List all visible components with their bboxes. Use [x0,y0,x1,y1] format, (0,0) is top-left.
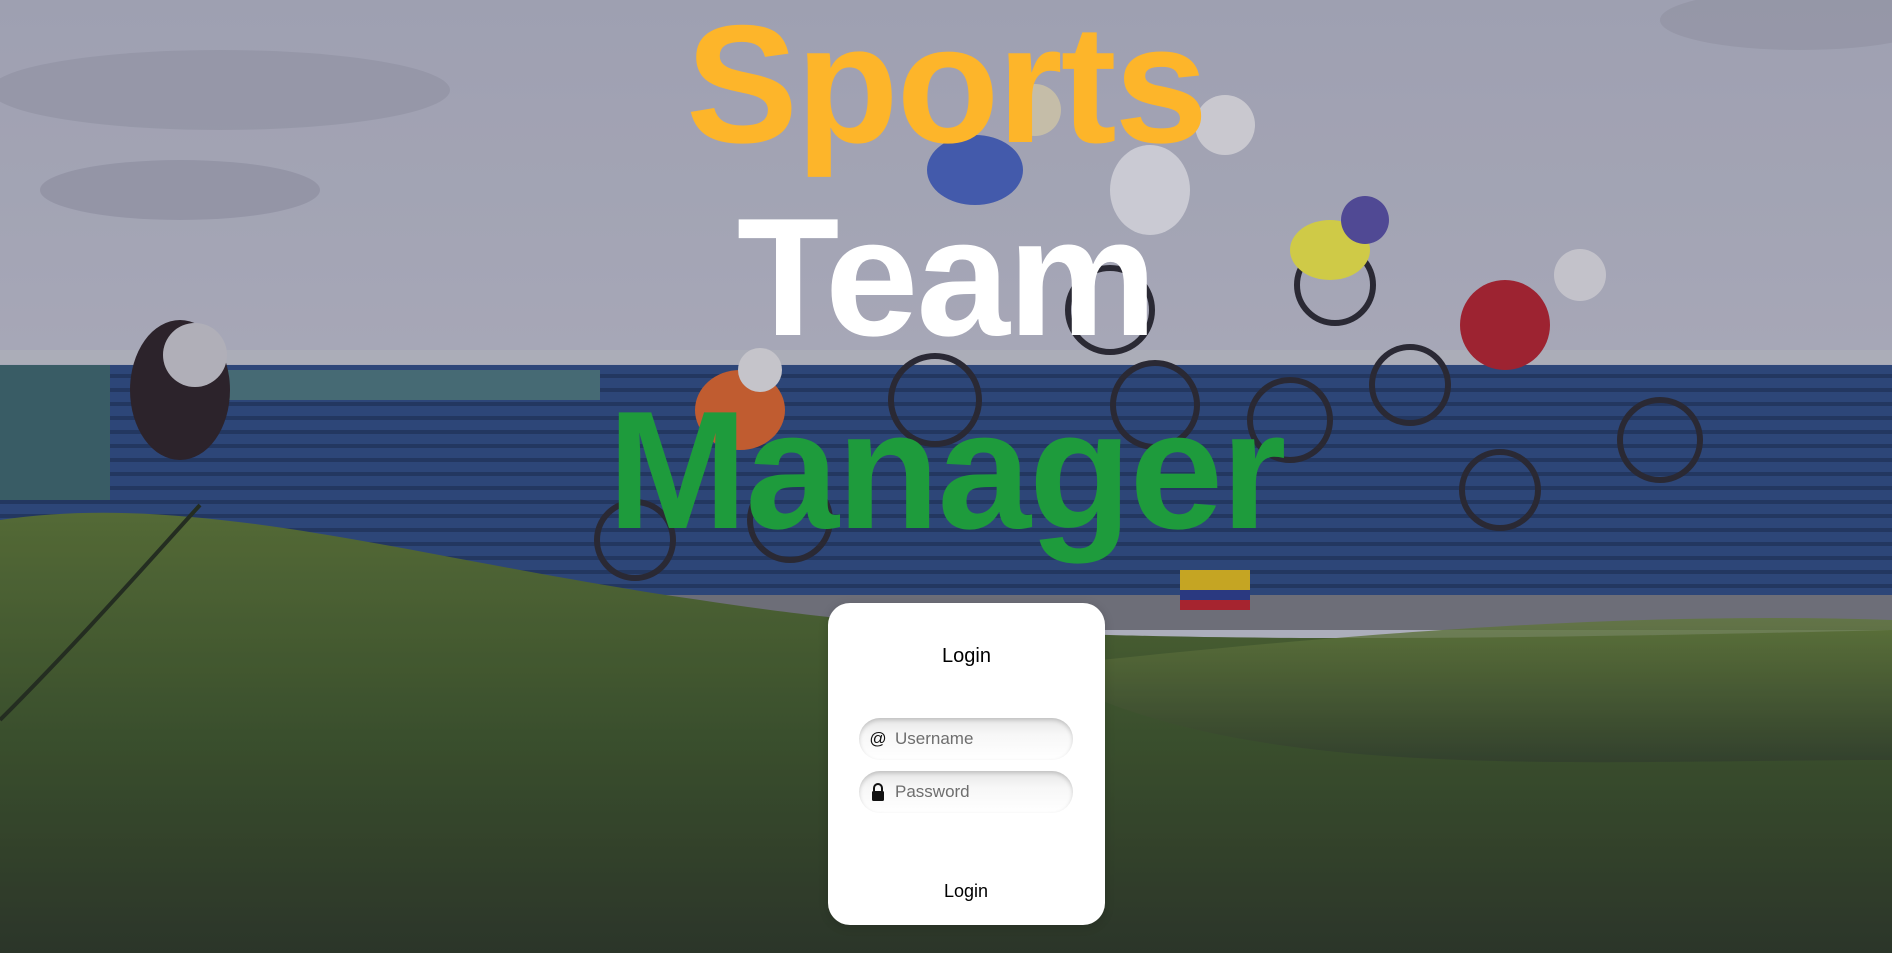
title-word-sports: Sports [685,0,1208,178]
password-field [859,771,1073,813]
title-word-manager: Manager [607,376,1287,564]
login-button[interactable]: Login [916,878,1016,904]
login-heading: Login [942,645,991,667]
title-word-team: Team [736,183,1157,371]
at-sign-icon: @ [869,729,887,748]
password-input[interactable] [895,771,1065,813]
username-input[interactable] [895,718,1065,760]
login-card: Login @ Login [828,603,1105,925]
username-field: @ [859,718,1073,760]
lock-icon [869,782,887,802]
